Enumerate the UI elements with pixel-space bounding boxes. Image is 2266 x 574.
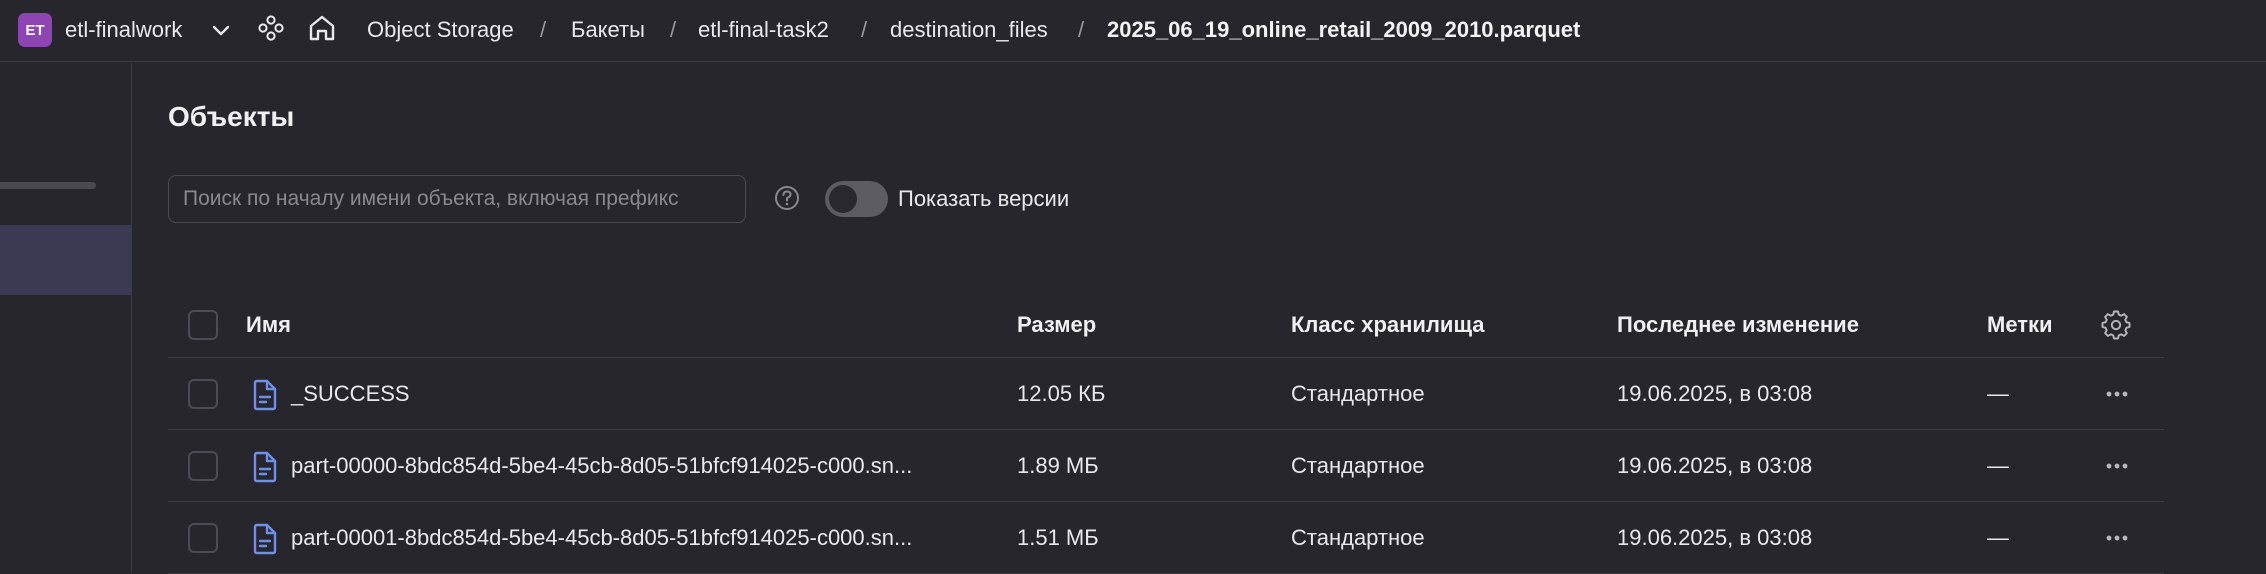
breadcrumb-buckets[interactable]: Бакеты	[571, 13, 645, 47]
row-checkbox[interactable]	[188, 523, 218, 553]
storage-class: Стандартное	[1291, 525, 1425, 550]
cloud-selector-label[interactable]: etl-finalwork	[65, 13, 182, 47]
help-icon[interactable]	[772, 183, 802, 213]
more-actions-icon[interactable]	[2102, 384, 2132, 404]
toggle-knob	[829, 185, 857, 213]
breadcrumb-folder[interactable]: destination_files	[890, 13, 1048, 47]
breadcrumb-separator: /	[670, 17, 677, 42]
home-icon[interactable]	[306, 12, 338, 44]
gear-icon[interactable]	[2101, 310, 2131, 340]
services-icon[interactable]	[256, 13, 286, 43]
file-size: 1.51 МБ	[1017, 525, 1099, 550]
page-title: Объекты	[168, 101, 295, 132]
column-header-tags: Метки	[1987, 312, 2053, 337]
last-modified: 19.06.2025, в 03:08	[1617, 381, 1813, 406]
storage-class: Стандартное	[1291, 381, 1425, 406]
file-name-link[interactable]: part-00000-8bdc854d-5be4-45cb-8d05-51bfc…	[291, 430, 912, 502]
sidebar-item-selected[interactable]	[0, 225, 131, 295]
chevron-down-icon[interactable]	[208, 17, 234, 43]
last-modified: 19.06.2025, в 03:08	[1617, 453, 1813, 478]
last-modified: 19.06.2025, в 03:08	[1617, 525, 1813, 550]
tags: —	[1987, 453, 2009, 478]
search-input[interactable]	[168, 175, 746, 223]
breadcrumb-bucket[interactable]: etl-final-task2	[698, 13, 829, 47]
file-icon	[253, 523, 277, 555]
show-versions-toggle[interactable]	[825, 181, 888, 217]
table-row[interactable]: part-00000-8bdc854d-5be4-45cb-8d05-51bfc…	[168, 430, 2164, 502]
file-name-link[interactable]: _SUCCESS	[291, 358, 410, 430]
breadcrumb-separator: /	[1078, 17, 1085, 42]
show-versions-label[interactable]: Показать версии	[898, 181, 1069, 217]
more-actions-icon[interactable]	[2102, 528, 2132, 548]
table-header-row: Имя Размер Класс хранилища Последнее изм…	[168, 293, 2164, 358]
breadcrumb-separator: /	[540, 17, 547, 42]
cloud-avatar-badge[interactable]: ET	[18, 13, 52, 47]
table-row[interactable]: part-00001-8bdc854d-5be4-45cb-8d05-51bfc…	[168, 502, 2164, 574]
column-header-name[interactable]: Имя	[246, 293, 291, 357]
file-icon	[253, 379, 277, 411]
sidebar-placeholder-bar	[0, 182, 96, 189]
column-header-storage-class[interactable]: Класс хранилища	[1291, 293, 1485, 357]
row-checkbox[interactable]	[188, 379, 218, 409]
file-name-link[interactable]: part-00001-8bdc854d-5be4-45cb-8d05-51bfc…	[291, 502, 912, 574]
file-icon	[253, 451, 277, 483]
file-size: 12.05 КБ	[1017, 381, 1106, 406]
breadcrumb-separator: /	[861, 17, 868, 42]
objects-table: Имя Размер Класс хранилища Последнее изм…	[168, 293, 2164, 574]
sidebar	[0, 63, 132, 572]
breadcrumb-current: 2025_06_19_online_retail_2009_2010.parqu…	[1107, 17, 1581, 42]
column-header-size[interactable]: Размер	[1017, 293, 1096, 357]
tags: —	[1987, 525, 2009, 550]
more-actions-icon[interactable]	[2102, 456, 2132, 476]
storage-class: Стандартное	[1291, 453, 1425, 478]
main-content: Объекты Показать версии Имя Размер Класс…	[133, 63, 2266, 574]
breadcrumb-object-storage[interactable]: Object Storage	[367, 13, 514, 47]
row-checkbox[interactable]	[188, 451, 218, 481]
table-row[interactable]: _SUCCESS 12.05 КБ Стандартное 19.06.2025…	[168, 358, 2164, 430]
top-bar: ET etl-finalwork Object Storage / Бакеты…	[0, 0, 2266, 62]
column-header-modified[interactable]: Последнее изменение	[1617, 293, 1859, 357]
tags: —	[1987, 381, 2009, 406]
file-size: 1.89 МБ	[1017, 453, 1099, 478]
select-all-checkbox[interactable]	[188, 310, 218, 340]
